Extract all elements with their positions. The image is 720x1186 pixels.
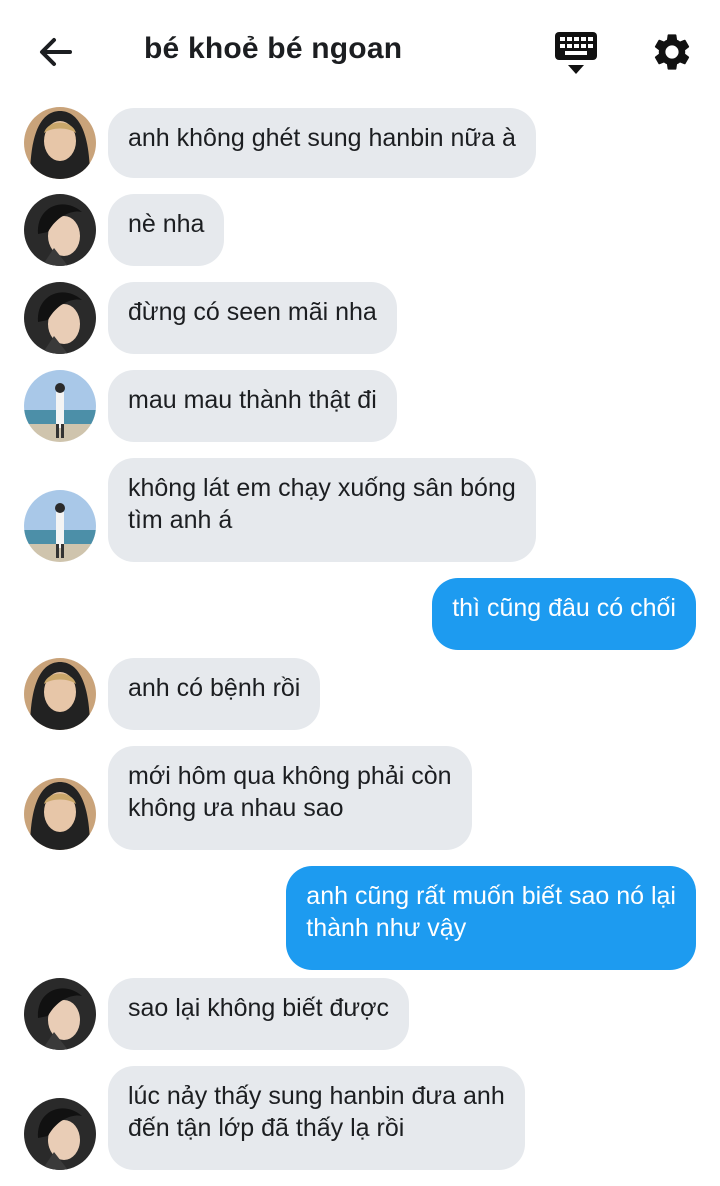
message-row: thì cũng đâu có chối <box>0 578 720 650</box>
message-bubble[interactable]: không lát em chạy xuống sân bóng tìm anh… <box>108 458 536 562</box>
keyboard-button[interactable] <box>552 30 600 78</box>
avatar-hoodie[interactable] <box>24 778 96 850</box>
avatar-beach[interactable] <box>24 370 96 442</box>
chat-header: bé khoẻ bé ngoan <box>0 0 720 100</box>
avatar-dark-hair[interactable] <box>24 194 96 266</box>
avatar-beach[interactable] <box>24 490 96 562</box>
message-bubble[interactable]: lúc nảy thấy sung hanbin đưa anh đến tận… <box>108 1066 525 1170</box>
gear-icon <box>654 34 690 70</box>
avatar-hoodie[interactable] <box>24 107 96 179</box>
settings-button[interactable] <box>650 30 694 74</box>
message-row: nè nha <box>0 194 720 266</box>
message-bubble[interactable]: anh không ghét sung hanbin nữa à <box>108 108 536 178</box>
avatar-dark-hair[interactable] <box>24 1098 96 1170</box>
message-row: mới hôm qua không phải còn không ưa nhau… <box>0 746 720 850</box>
message-row: sao lại không biết được <box>0 978 720 1050</box>
message-row: lúc nảy thấy sung hanbin đưa anh đến tận… <box>0 1066 720 1170</box>
message-bubble[interactable]: anh có bệnh rồi <box>108 658 321 730</box>
message-row: anh không ghét sung hanbin nữa à <box>0 107 720 179</box>
back-button[interactable] <box>34 30 78 74</box>
message-bubble[interactable]: anh cũng rất muốn biết sao nó lại thành … <box>286 866 696 970</box>
keyboard-icon <box>555 32 597 74</box>
message-row: không lát em chạy xuống sân bóng tìm anh… <box>0 458 720 562</box>
message-bubble[interactable]: mới hôm qua không phải còn không ưa nhau… <box>108 746 472 850</box>
message-bubble[interactable]: sao lại không biết được <box>108 978 410 1050</box>
message-bubble[interactable]: nè nha <box>108 194 225 266</box>
message-row: đừng có seen mãi nha <box>0 282 720 354</box>
avatar-dark-hair[interactable] <box>24 978 96 1050</box>
message-bubble[interactable]: đừng có seen mãi nha <box>108 282 397 354</box>
message-row: mau mau thành thật đi <box>0 370 720 442</box>
message-bubble[interactable]: mau mau thành thật đi <box>108 370 397 442</box>
chat-title: bé khoẻ bé ngoan <box>144 32 403 65</box>
message-row: anh cũng rất muốn biết sao nó lại thành … <box>0 866 720 970</box>
message-bubble[interactable]: thì cũng đâu có chối <box>432 578 696 650</box>
avatar-hoodie[interactable] <box>24 658 96 730</box>
avatar-dark-hair[interactable] <box>24 282 96 354</box>
message-row: anh có bệnh rồi <box>0 658 720 730</box>
arrow-left-icon <box>40 38 72 66</box>
